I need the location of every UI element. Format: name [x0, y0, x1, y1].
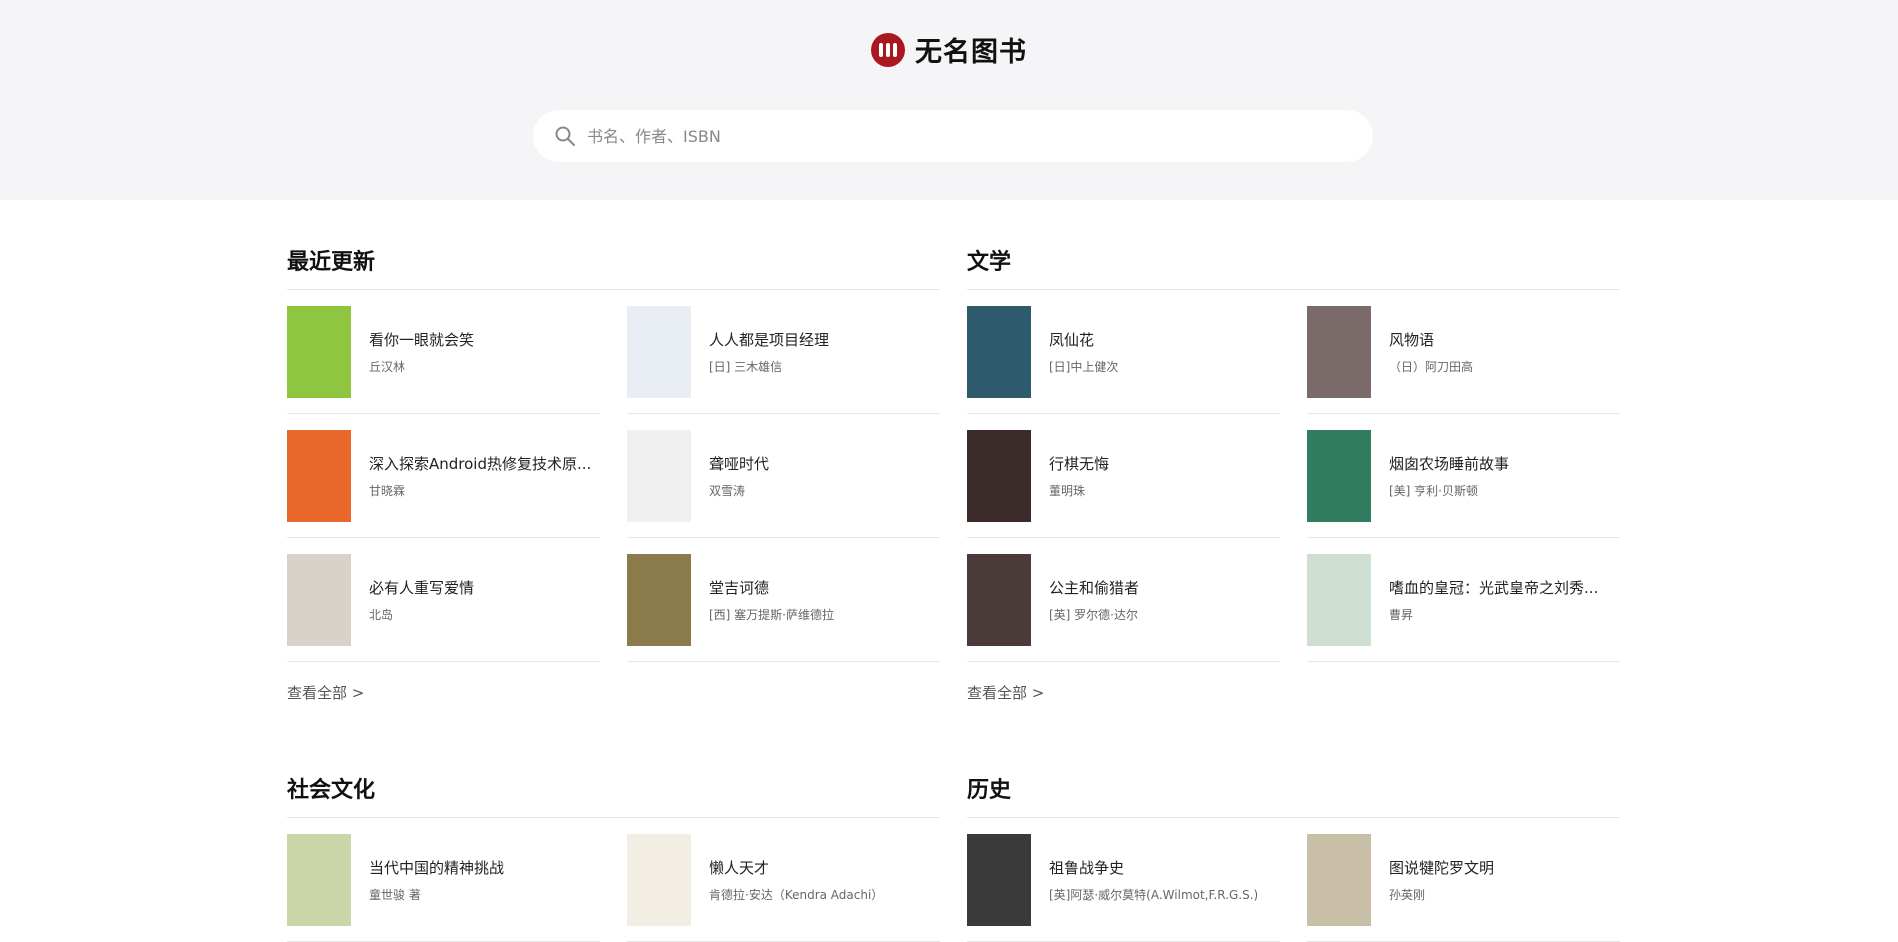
book-cover[interactable] — [287, 833, 351, 926]
book-cover[interactable] — [627, 305, 691, 398]
site-name: 无名图书 — [915, 37, 1027, 68]
book-cover[interactable] — [627, 429, 691, 522]
section-literature: 文学 凤仙花 [日]中上健次 风物语 （日）阿刀田高 行棋无悔董明珠 烟囱农场睡前故… — [967, 200, 1620, 703]
section-title: 社会文化 — [287, 728, 940, 818]
search-bar[interactable] — [533, 110, 1373, 162]
book-title[interactable]: 风物语 — [1389, 329, 1617, 350]
book-item[interactable]: 人人都是项目经理 [日] 三木雄信 — [627, 290, 940, 414]
book-title[interactable]: 懒人天才 — [709, 857, 937, 878]
book-cover[interactable] — [967, 833, 1031, 926]
book-list: 看你一眼就会笑丘汉林 人人都是项目经理 [日] 三木雄信 深入探索Android热… — [287, 290, 940, 662]
book-title[interactable]: 嗜血的皇冠：光武皇帝之刘秀... — [1389, 577, 1617, 598]
search-input[interactable] — [585, 125, 1349, 147]
book-title[interactable]: 人人都是项目经理 — [709, 329, 937, 350]
book-cover[interactable] — [1307, 553, 1371, 646]
book-item[interactable]: 当代中国的精神挑战童世骏 著 — [287, 818, 600, 942]
book-author: 董明珠 — [1049, 483, 1086, 498]
book-title[interactable]: 堂吉诃德 — [709, 577, 937, 598]
book-cover[interactable] — [627, 553, 691, 646]
book-title[interactable]: 公主和偷猎者 — [1049, 577, 1277, 598]
book-cover[interactable] — [967, 553, 1031, 646]
book-item[interactable]: 图说犍陀罗文明孙英刚 — [1307, 818, 1620, 942]
book-cover[interactable] — [287, 429, 351, 522]
book-title[interactable]: 聋哑时代 — [709, 453, 937, 474]
section-recent-updates: 最近更新 看你一眼就会笑丘汉林 人人都是项目经理 [日] 三木雄信 深入探索And… — [287, 200, 940, 703]
book-author: 肯德拉·安达（Kendra Adachi） — [709, 887, 884, 902]
book-author: 曹昇 — [1389, 607, 1414, 622]
book-item[interactable]: 祖鲁战争史 [英]阿瑟·威尔莫特(A.Wilmot,F.R.G.S.) — [967, 818, 1280, 942]
site-logo[interactable]: 无名图书 — [0, 30, 1898, 69]
book-author: 孙英刚 — [1389, 887, 1426, 902]
book-cover[interactable] — [287, 305, 351, 398]
book-item[interactable]: 公主和偷猎者 [英] 罗尔德·达尔 — [967, 538, 1280, 662]
view-all-link[interactable]: 查看全部 > — [967, 682, 1044, 703]
book-title[interactable]: 行棋无悔 — [1049, 453, 1277, 474]
section-social-culture: 社会文化 当代中国的精神挑战童世骏 著 懒人天才肯德拉·安达（Kendra Ad… — [287, 728, 940, 942]
book-author: [日]中上健次 — [1049, 359, 1119, 374]
book-list: 祖鲁战争史 [英]阿瑟·威尔莫特(A.Wilmot,F.R.G.S.) 图说犍陀罗… — [967, 818, 1620, 942]
book-item[interactable]: 凤仙花 [日]中上健次 — [967, 290, 1280, 414]
book-item[interactable]: 聋哑时代 双雪涛 — [627, 414, 940, 538]
book-item[interactable]: 懒人天才肯德拉·安达（Kendra Adachi） — [627, 818, 940, 942]
book-author: 丘汉林 — [369, 359, 406, 374]
book-item[interactable]: 烟囱农场睡前故事 [美] 亨利·贝斯顿 — [1307, 414, 1620, 538]
book-list: 凤仙花 [日]中上健次 风物语 （日）阿刀田高 行棋无悔董明珠 烟囱农场睡前故事 [美… — [967, 290, 1620, 662]
book-item[interactable]: 嗜血的皇冠：光武皇帝之刘秀... 曹昇 — [1307, 538, 1620, 662]
search-icon — [555, 126, 575, 146]
view-all-link[interactable]: 查看全部 > — [287, 682, 364, 703]
book-cover[interactable] — [1307, 833, 1371, 926]
book-author: （日）阿刀田高 — [1389, 359, 1474, 374]
book-title[interactable]: 烟囱农场睡前故事 — [1389, 453, 1617, 474]
book-cover[interactable] — [627, 833, 691, 926]
book-item[interactable]: 行棋无悔 董明珠 — [967, 414, 1280, 538]
book-item[interactable]: 风物语 （日）阿刀田高 — [1307, 290, 1620, 414]
book-author: 童世骏 著 — [369, 887, 421, 902]
book-title[interactable]: 图说犍陀罗文明 — [1389, 857, 1617, 878]
book-cover[interactable] — [287, 553, 351, 646]
section-history: 历史 祖鲁战争史 [英]阿瑟·威尔莫特(A.Wilmot,F.R.G.S.) 图说… — [967, 728, 1620, 942]
book-title[interactable]: 看你一眼就会笑 — [369, 329, 597, 350]
header: 无名图书 — [0, 0, 1898, 200]
logo-icon — [871, 32, 905, 67]
book-cover[interactable] — [1307, 305, 1371, 398]
book-author: 双雪涛 — [709, 483, 746, 498]
section-title: 最近更新 — [287, 200, 940, 290]
book-item[interactable]: 看你一眼就会笑丘汉林 — [287, 290, 600, 414]
book-author: [美] 亨利·贝斯顿 — [1389, 483, 1478, 498]
book-author: [英]阿瑟·威尔莫特(A.Wilmot,F.R.G.S.) — [1049, 887, 1259, 902]
book-list: 当代中国的精神挑战童世骏 著 懒人天才肯德拉·安达（Kendra Adachi） — [287, 818, 940, 942]
book-title[interactable]: 凤仙花 — [1049, 329, 1277, 350]
book-author: [日] 三木雄信 — [709, 359, 783, 374]
section-title: 文学 — [967, 200, 1620, 290]
book-title[interactable]: 当代中国的精神挑战 — [369, 857, 597, 878]
book-author: [西] 塞万提斯·萨维德拉 — [709, 607, 834, 622]
book-title[interactable]: 深入探索Android热修复技术原... — [369, 453, 597, 474]
book-cover[interactable] — [967, 429, 1031, 522]
book-item[interactable]: 堂吉诃德 [西] 塞万提斯·萨维德拉 — [627, 538, 940, 662]
book-author: 北岛 — [369, 607, 394, 622]
book-title[interactable]: 祖鲁战争史 — [1049, 857, 1277, 878]
book-author: [英] 罗尔德·达尔 — [1049, 607, 1138, 622]
book-item[interactable]: 必有人重写爱情 北岛 — [287, 538, 600, 662]
book-cover[interactable] — [1307, 429, 1371, 522]
book-author: 甘晓霖 — [369, 483, 406, 498]
book-item[interactable]: 深入探索Android热修复技术原... 甘晓霖 — [287, 414, 600, 538]
book-title[interactable]: 必有人重写爱情 — [369, 577, 597, 598]
section-title: 历史 — [967, 728, 1620, 818]
book-cover[interactable] — [967, 305, 1031, 398]
